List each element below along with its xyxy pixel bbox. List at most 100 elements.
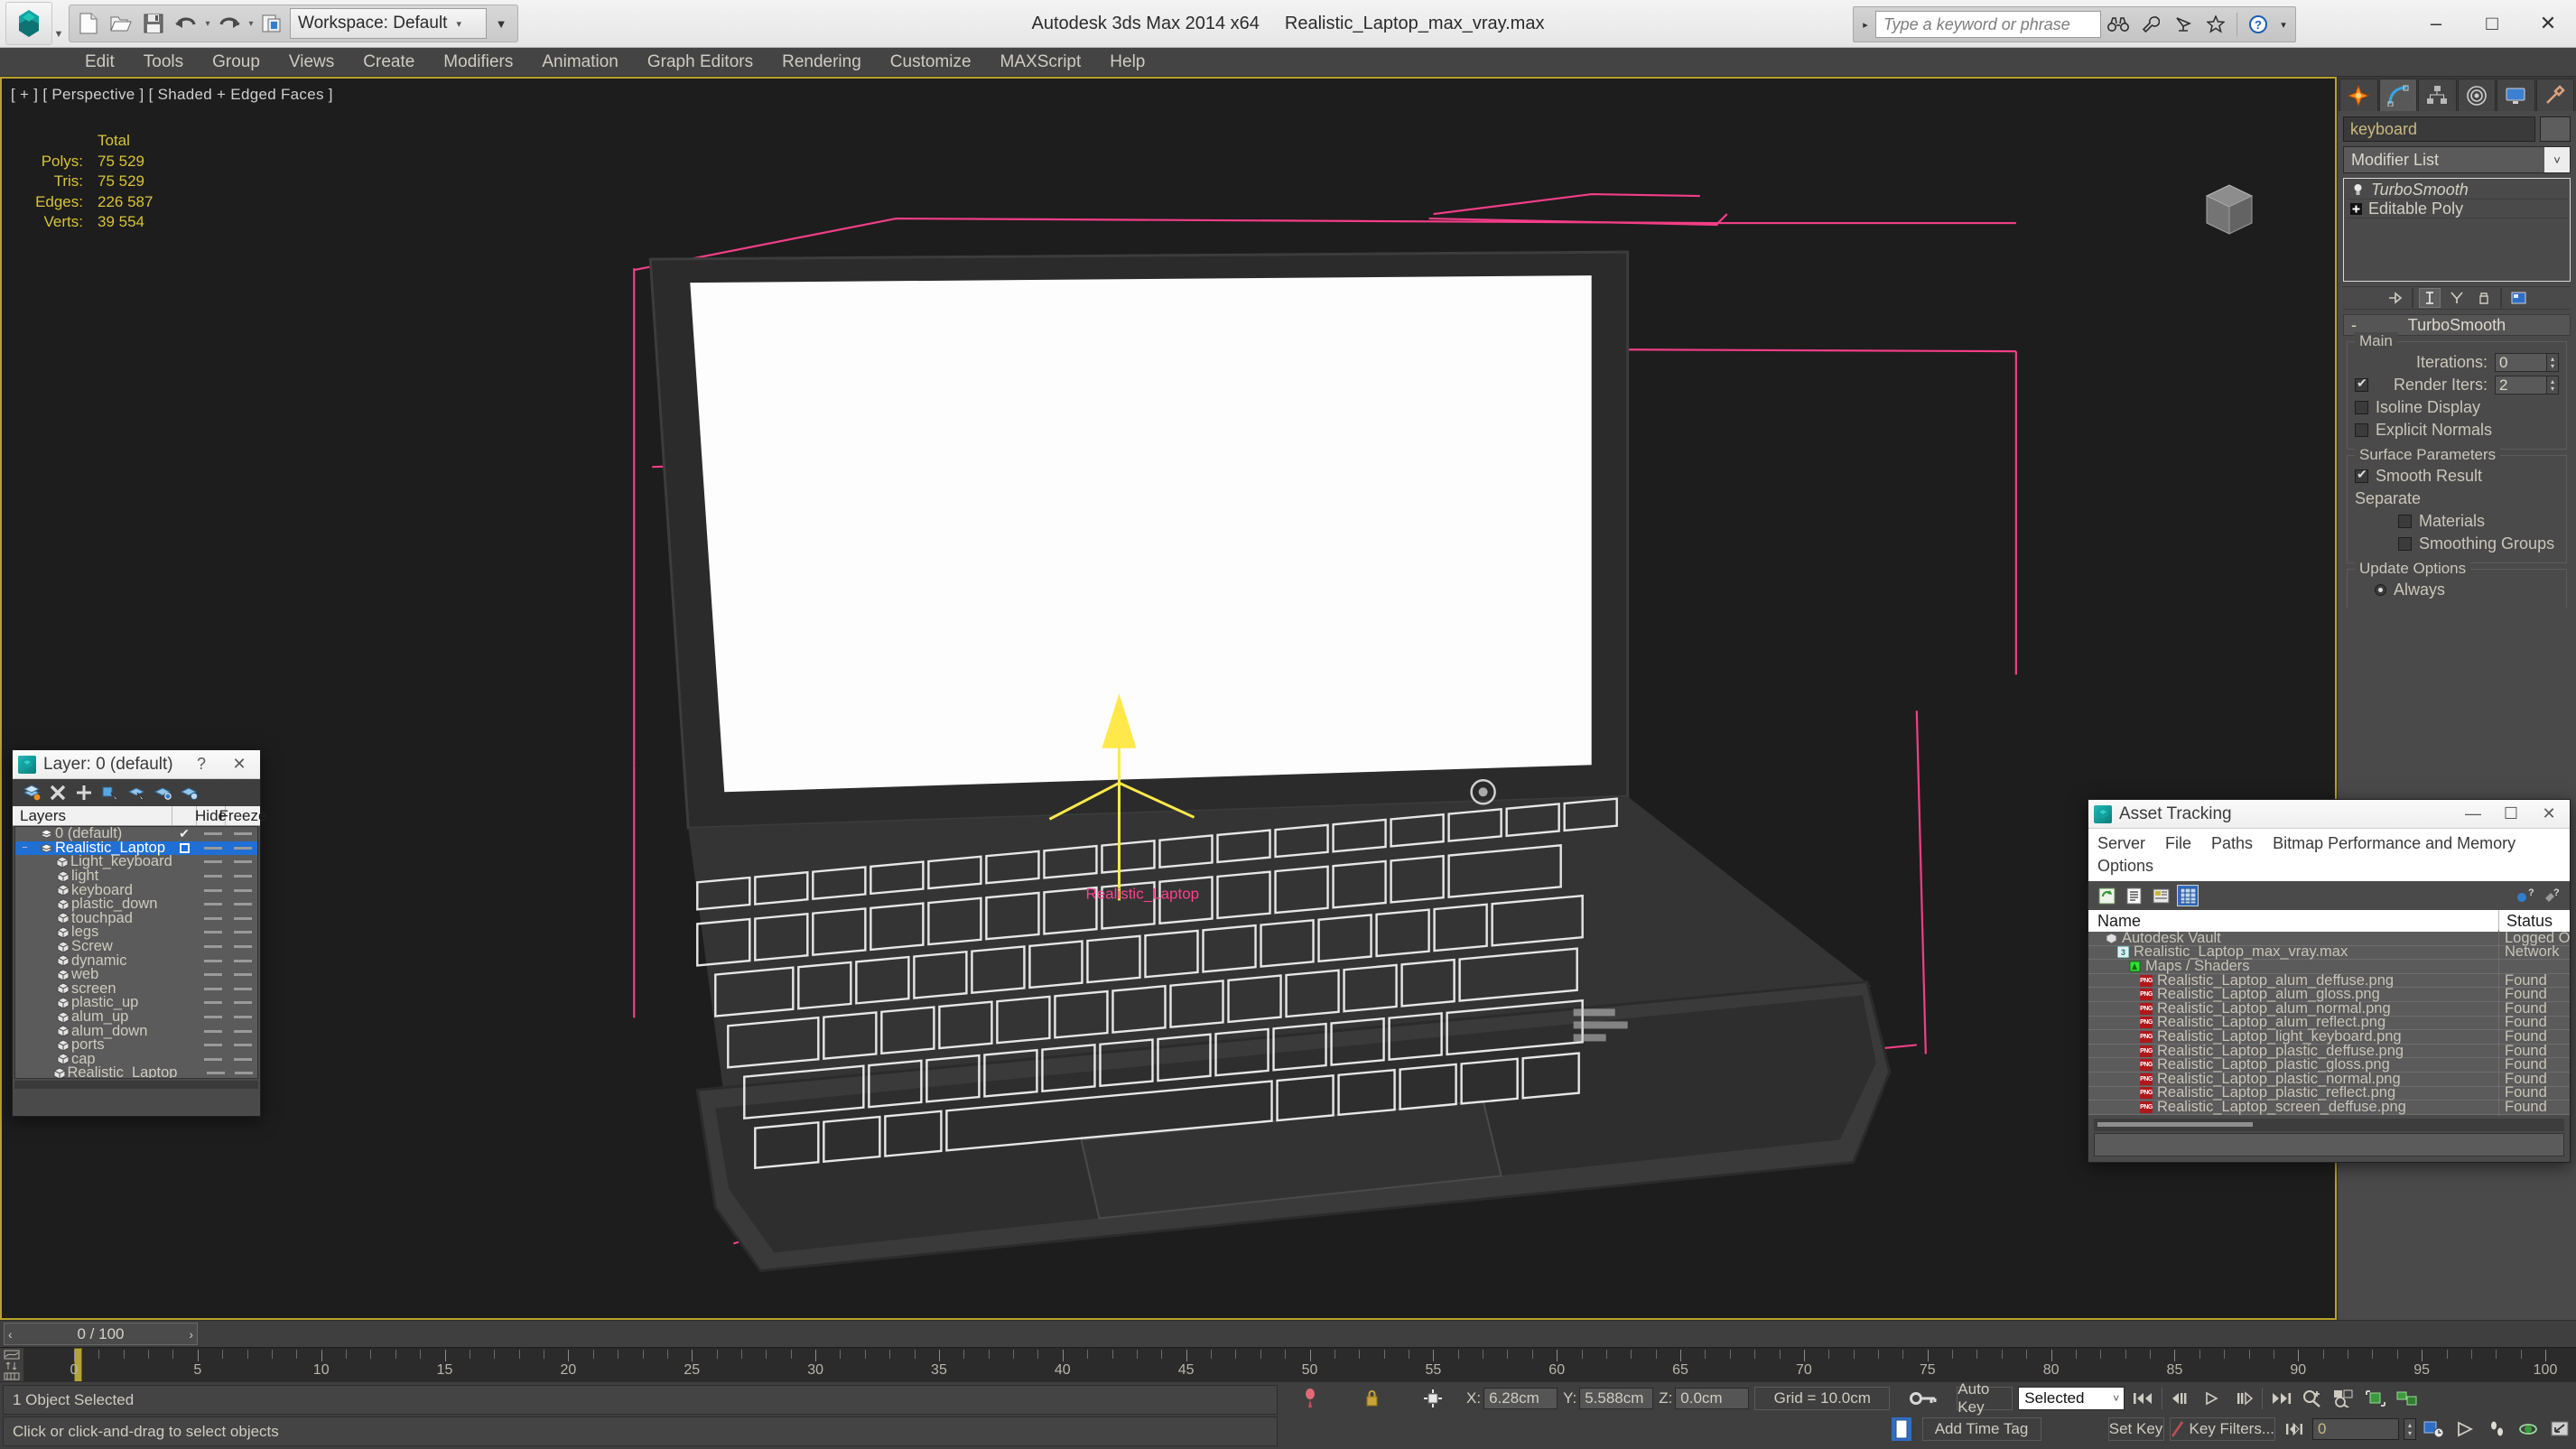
next-frame-icon[interactable]: [2230, 1386, 2257, 1411]
menu-tools[interactable]: Tools: [129, 48, 198, 77]
isolate-selection-icon[interactable]: [1282, 1388, 1338, 1409]
help-icon[interactable]: ?: [2243, 10, 2274, 39]
menu-customize[interactable]: Customize: [876, 48, 986, 77]
asset-menu-paths[interactable]: Paths: [2209, 833, 2255, 854]
add-time-tag-button[interactable]: Add Time Tag: [1921, 1417, 2041, 1441]
current-frame-field[interactable]: 0: [2312, 1418, 2399, 1440]
spinner-arrows-icon[interactable]: ▴ ▾: [2547, 353, 2559, 372]
materials-checkbox[interactable]: [2398, 515, 2412, 528]
close-button[interactable]: ✕: [2520, 0, 2576, 48]
zoom-extents-icon[interactable]: [2362, 1386, 2389, 1411]
menu-modifiers[interactable]: Modifiers: [429, 48, 527, 77]
layer-hide-toggle[interactable]: [198, 959, 228, 962]
smoothing-groups-checkbox[interactable]: [2398, 537, 2412, 551]
display-tab[interactable]: [2497, 79, 2535, 111]
absolute-relative-transform-icon[interactable]: [1405, 1389, 1461, 1408]
explicit-normals-row[interactable]: Explicit Normals: [2355, 419, 2559, 441]
asset-column-status[interactable]: Status: [2499, 910, 2570, 932]
layer-hide-toggle[interactable]: [198, 832, 228, 836]
iterations-value[interactable]: 0: [2495, 353, 2547, 372]
go-to-end-icon[interactable]: [2267, 1386, 2294, 1411]
track-bar-ruler[interactable]: 0 5 10 15 20 25 30 35 40 45 50 55 60 65 70 75 80 85 90 95 10…: [23, 1348, 2576, 1381]
app-logo-button[interactable]: [5, 2, 52, 45]
layer-freeze-toggle[interactable]: [228, 832, 257, 836]
layer-expander-icon[interactable]: −: [19, 842, 31, 853]
asset-close-button[interactable]: ✕: [2534, 801, 2564, 828]
layer-dialog-close-button[interactable]: ✕: [224, 751, 255, 778]
x-value[interactable]: 6.28cm: [1483, 1388, 1558, 1409]
layer-hide-toggle[interactable]: [198, 987, 228, 990]
add-layer-icon[interactable]: [72, 782, 96, 803]
auto-key-button[interactable]: Auto Key: [1957, 1380, 2013, 1416]
wrench-icon[interactable]: [2135, 10, 2166, 39]
menu-edit[interactable]: Edit: [70, 48, 129, 77]
layer-dialog-titlebar[interactable]: Layer: 0 (default) ? ✕: [13, 750, 260, 779]
menu-group[interactable]: Group: [198, 48, 274, 77]
hierarchy-tab[interactable]: [2418, 79, 2457, 111]
layer-freeze-toggle[interactable]: [228, 931, 257, 934]
layer-freeze-toggle[interactable]: [228, 888, 257, 892]
y-value[interactable]: 5.588cm: [1579, 1388, 1654, 1409]
menu-views[interactable]: Views: [274, 48, 349, 77]
layer-expander-icon[interactable]: [19, 1026, 31, 1036]
layer-hide-toggle[interactable]: [198, 1029, 228, 1033]
app-menu-caret-icon[interactable]: ▼: [52, 2, 65, 45]
layer-dialog[interactable]: Layer: 0 (default) ? ✕ Layers Hide Freez…: [12, 749, 266, 1117]
menu-maxscript[interactable]: MAXScript: [986, 48, 1096, 77]
delete-layer-icon[interactable]: [46, 782, 70, 803]
asset-row[interactable]: PNG Realistic_Laptop_screen_deffuse.png Fo…: [2088, 1098, 2570, 1116]
highlight-selected-objects-icon[interactable]: [151, 782, 174, 803]
zoom-icon[interactable]: [2299, 1386, 2326, 1411]
minimize-button[interactable]: –: [2408, 0, 2464, 48]
layer-expander-icon[interactable]: [19, 942, 31, 952]
new-file-icon[interactable]: [73, 8, 104, 39]
track-bar-strip-icon[interactable]: [4, 1372, 20, 1380]
key-mode-toggle-button[interactable]: [2281, 1416, 2308, 1442]
layer-expander-icon[interactable]: [19, 886, 31, 896]
play-animation-icon[interactable]: [2199, 1386, 2226, 1411]
create-tab[interactable]: [2339, 79, 2378, 111]
layer-expander-icon[interactable]: [19, 998, 31, 1008]
search-expand-icon[interactable]: ▸: [1857, 19, 1874, 31]
smooth-result-row[interactable]: Smooth Result: [2355, 465, 2559, 488]
search-input[interactable]: Type a keyword or phrase: [1875, 11, 2101, 38]
redo-icon[interactable]: [214, 8, 245, 39]
key-filter-selection-dropdown[interactable]: Selected ˅: [2018, 1387, 2125, 1410]
layer-hide-toggle[interactable]: [198, 931, 228, 934]
layer-hide-toggle[interactable]: [198, 846, 228, 850]
grid-view-icon[interactable]: [2177, 885, 2199, 906]
asset-menu-bitmap-performance[interactable]: Bitmap Performance and Memory: [2271, 833, 2517, 854]
layer-expander-icon[interactable]: [19, 1068, 30, 1078]
object-color-swatch[interactable]: [2540, 116, 2571, 142]
select-highlighted-objects-icon[interactable]: [125, 782, 148, 803]
star-icon[interactable]: [2200, 10, 2231, 39]
layer-hide-toggle[interactable]: [199, 860, 228, 864]
walk-through-icon[interactable]: [2484, 1416, 2511, 1442]
set-key-button[interactable]: Set Key: [2107, 1417, 2164, 1441]
smooth-result-checkbox[interactable]: [2355, 467, 2368, 483]
asset-horizontal-scrollbar[interactable]: [2094, 1118, 2564, 1131]
menu-animation[interactable]: Animation: [527, 48, 633, 77]
layer-hide-toggle[interactable]: [198, 1044, 228, 1047]
plus-box-icon[interactable]: [2349, 202, 2363, 216]
layer-hide-toggle[interactable]: [198, 1001, 228, 1005]
layer-freeze-toggle[interactable]: [228, 846, 257, 850]
layer-expander-icon[interactable]: [19, 857, 31, 867]
menu-create[interactable]: Create: [349, 48, 429, 77]
layer-expander-icon[interactable]: [19, 829, 31, 839]
layer-freeze-toggle[interactable]: [230, 1072, 257, 1075]
layer-hide-toggle[interactable]: [198, 875, 228, 878]
layer-hide-toggle[interactable]: [198, 973, 228, 977]
create-new-layer-icon[interactable]: [20, 782, 43, 803]
layer-freeze-toggle[interactable]: [228, 903, 257, 906]
open-mini-curve-editor-icon[interactable]: [4, 1350, 20, 1360]
motion-tab[interactable]: [2457, 79, 2496, 111]
isoline-display-checkbox[interactable]: [2355, 401, 2368, 414]
asset-minimize-button[interactable]: —: [2458, 801, 2488, 828]
layer-on-checkbox[interactable]: [171, 842, 198, 853]
layer-row[interactable]: Realistic_Laptop: [15, 1064, 257, 1078]
key-filters-button[interactable]: Key Filters...: [2169, 1417, 2275, 1441]
layer-expander-icon[interactable]: [19, 984, 31, 994]
next-frame-icon[interactable]: ›: [189, 1327, 193, 1342]
render-iters-value[interactable]: 2: [2495, 376, 2547, 395]
